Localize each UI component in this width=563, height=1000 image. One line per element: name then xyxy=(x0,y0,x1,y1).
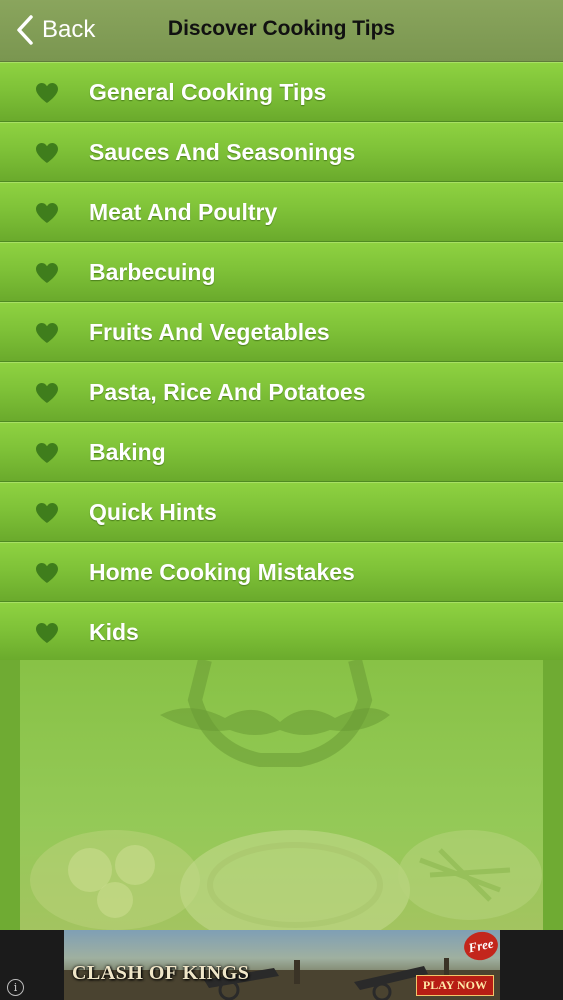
menu-item-label: Barbecuing xyxy=(89,259,216,285)
ad-logo: CLASH OF KINGS xyxy=(72,962,250,984)
heart-icon xyxy=(36,383,58,403)
heart-icon xyxy=(36,323,58,343)
menu-item-label: Kids xyxy=(89,619,139,645)
menu-item-barbecuing[interactable]: Barbecuing xyxy=(0,242,563,302)
heart-icon xyxy=(36,263,58,283)
menu-item-label: Meat And Poultry xyxy=(89,199,278,225)
ad-banner: CLASH OF KINGS Free PLAY NOW i xyxy=(0,930,563,1000)
menu-item-label: Quick Hints xyxy=(89,499,217,525)
menu-item-label: Baking xyxy=(89,439,166,465)
menu-item-meat-and-poultry[interactable]: Meat And Poultry xyxy=(0,182,563,242)
menu-item-baking[interactable]: Baking xyxy=(0,422,563,482)
navigation-bar: Back Discover Cooking Tips xyxy=(0,0,563,62)
ad-play-now-button[interactable]: PLAY NOW xyxy=(415,975,494,996)
heart-icon xyxy=(36,443,58,463)
heart-icon xyxy=(36,83,58,103)
menu-item-label: Fruits And Vegetables xyxy=(89,319,330,345)
tips-menu: General Cooking Tips Sauces And Seasonin… xyxy=(0,62,563,662)
heart-icon xyxy=(36,203,58,223)
heart-icon xyxy=(36,143,58,163)
info-icon[interactable]: i xyxy=(7,979,24,996)
menu-item-label: Home Cooking Mistakes xyxy=(89,559,355,585)
menu-item-fruits-and-vegetables[interactable]: Fruits And Vegetables xyxy=(0,302,563,362)
heart-icon xyxy=(36,563,58,583)
chef-food-illustration xyxy=(30,660,542,930)
menu-item-sauces-and-seasonings[interactable]: Sauces And Seasonings xyxy=(0,122,563,182)
page-title: Discover Cooking Tips xyxy=(167,17,396,40)
background-panel xyxy=(20,660,543,930)
menu-item-quick-hints[interactable]: Quick Hints xyxy=(0,482,563,542)
menu-item-home-cooking-mistakes[interactable]: Home Cooking Mistakes xyxy=(0,542,563,602)
menu-item-pasta-rice-and-potatoes[interactable]: Pasta, Rice And Potatoes xyxy=(0,362,563,422)
menu-item-label: Pasta, Rice And Potatoes xyxy=(89,379,366,405)
menu-item-general-cooking-tips[interactable]: General Cooking Tips xyxy=(0,62,563,122)
heart-icon xyxy=(36,503,58,523)
ad-creative[interactable]: CLASH OF KINGS Free PLAY NOW xyxy=(64,930,500,1000)
background-artwork xyxy=(0,660,563,930)
menu-item-label: Sauces And Seasonings xyxy=(89,139,356,165)
menu-item-kids[interactable]: Kids xyxy=(0,602,563,662)
menu-item-label: General Cooking Tips xyxy=(89,79,327,105)
heart-icon xyxy=(36,623,58,643)
